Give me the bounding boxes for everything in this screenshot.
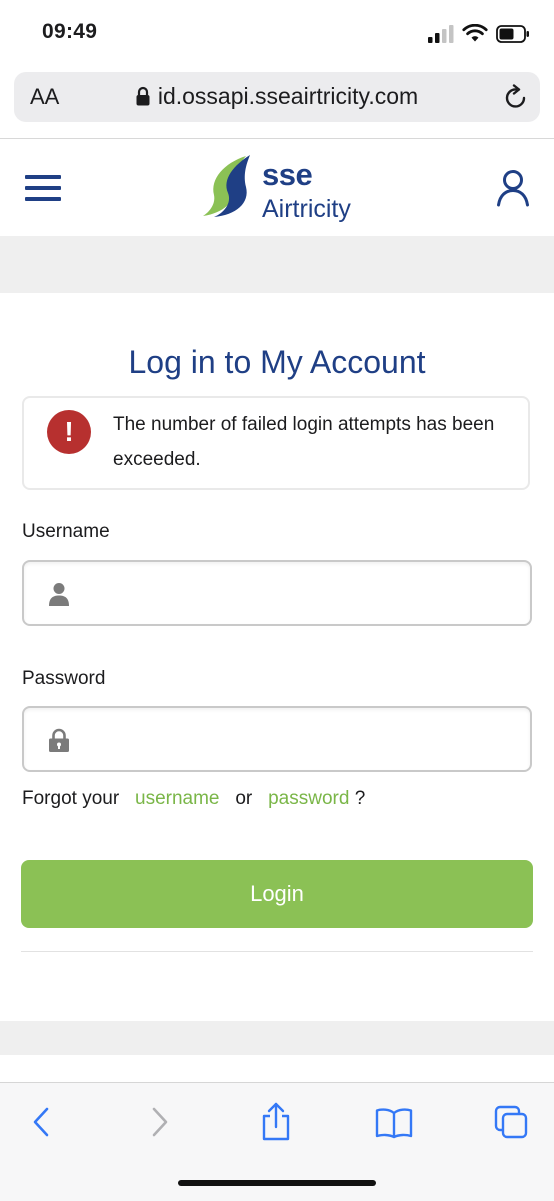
address-bar[interactable]: AA id.ossapi.sseairtricity.com xyxy=(14,72,540,122)
status-icons xyxy=(428,24,530,43)
browser-address-area: AA id.ossapi.sseairtricity.com xyxy=(0,64,554,139)
username-field[interactable] xyxy=(22,560,532,626)
book-icon[interactable] xyxy=(375,1107,413,1139)
username-input[interactable] xyxy=(86,570,520,618)
header-gray-band xyxy=(0,236,554,293)
logo-swirl-icon xyxy=(203,155,250,217)
password-label: Password xyxy=(22,668,106,689)
forgot-prefix: Forgot your xyxy=(22,788,120,809)
login-button[interactable]: Login xyxy=(21,860,533,928)
chevron-left-icon[interactable] xyxy=(29,1105,53,1139)
error-alert: ! The number of failed login attempts ha… xyxy=(22,396,530,490)
forgot-or: or xyxy=(235,788,253,809)
footer-gray-band xyxy=(0,1021,554,1055)
lock-icon xyxy=(49,728,69,752)
tabs-icon[interactable] xyxy=(494,1105,528,1139)
battery-icon xyxy=(496,24,529,43)
password-field[interactable] xyxy=(22,706,532,772)
hamburger-icon[interactable] xyxy=(25,175,61,201)
forgot-credentials: Forgot your username or password ? xyxy=(22,788,365,810)
logo-wordmark-sse: sse xyxy=(262,157,313,192)
signal-icon xyxy=(428,24,454,43)
divider xyxy=(21,951,533,952)
page-title: Log in to My Account xyxy=(128,344,426,380)
status-bar: 09:49 xyxy=(0,0,554,64)
chevron-right-icon[interactable] xyxy=(148,1105,172,1139)
wifi-icon xyxy=(462,24,488,42)
status-time: 09:49 xyxy=(42,20,98,43)
forgot-suffix: ? xyxy=(354,788,366,809)
password-input[interactable] xyxy=(86,716,520,764)
reload-icon[interactable] xyxy=(504,84,528,110)
logo-wordmark-airtricity: Airtricity xyxy=(262,195,351,223)
person-icon xyxy=(49,583,69,606)
forgot-username-link[interactable]: username xyxy=(135,788,220,809)
secure-lock-icon xyxy=(136,86,150,106)
username-label: Username xyxy=(22,521,110,542)
url-text: id.ossapi.sseairtricity.com xyxy=(157,83,419,109)
sse-airtricity-logo[interactable]: sse Airtricity xyxy=(200,153,360,223)
url-display[interactable]: id.ossapi.sseairtricity.com xyxy=(14,83,540,110)
error-message: The number of failed login attempts has … xyxy=(113,414,495,470)
alert-icon: ! xyxy=(47,410,91,454)
home-indicator[interactable] xyxy=(178,1180,376,1186)
forgot-password-link[interactable]: password xyxy=(268,788,349,809)
site-header: sse Airtricity xyxy=(0,139,554,236)
share-icon[interactable] xyxy=(259,1101,293,1141)
user-icon[interactable] xyxy=(496,169,530,207)
